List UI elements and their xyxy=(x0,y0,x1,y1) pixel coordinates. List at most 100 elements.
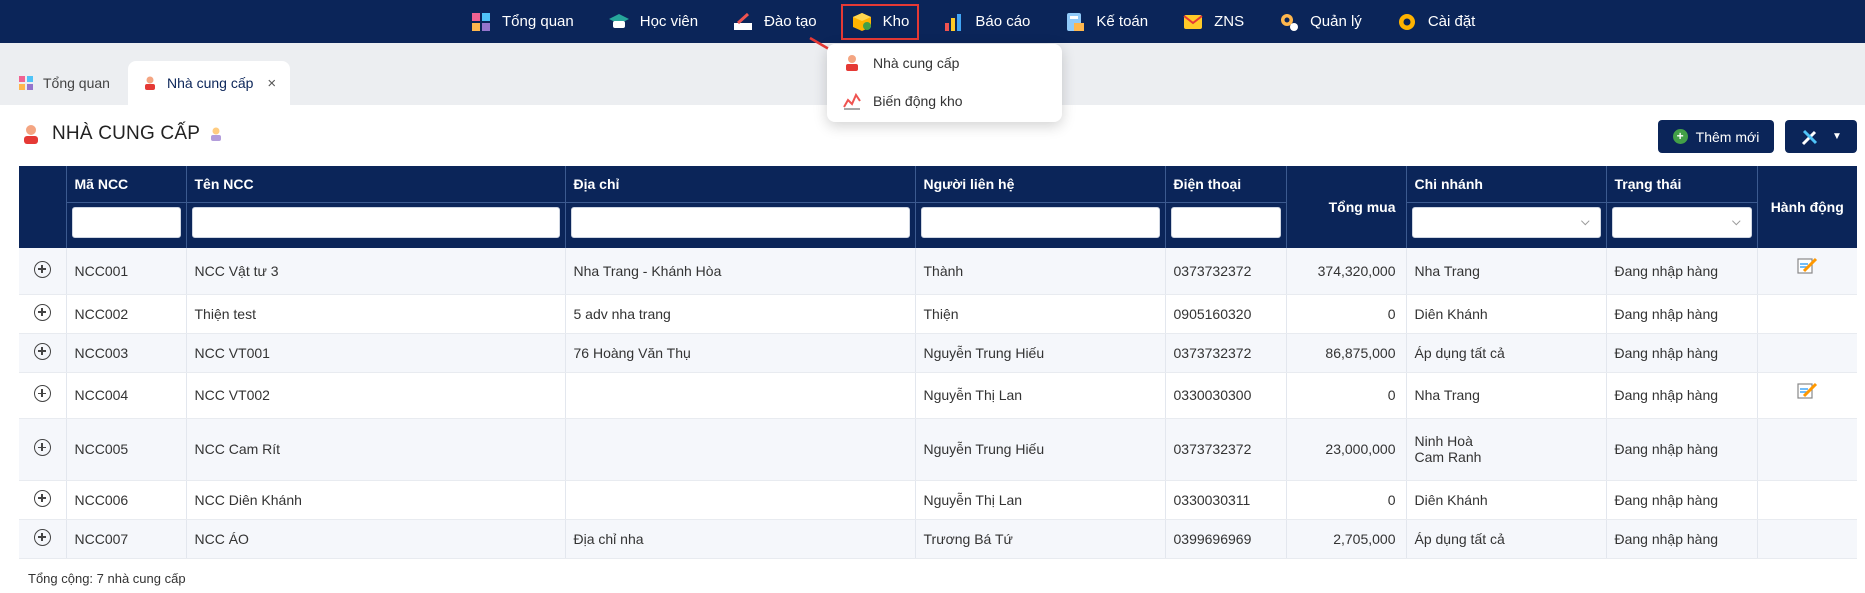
cell-name: NCC VT002 xyxy=(186,372,566,419)
stock-chart-icon xyxy=(843,92,861,110)
add-new-button[interactable]: + Thêm mới xyxy=(1658,120,1774,153)
filter-status-select[interactable]: ⌵ xyxy=(1611,207,1752,238)
page-title-text: NHÀ CUNG CẤP xyxy=(52,123,201,144)
header-code: Mã NCC xyxy=(66,166,187,248)
filter-phone-input[interactable] xyxy=(1170,207,1281,238)
expand-cell xyxy=(19,519,67,559)
expand-cell xyxy=(19,248,67,295)
expand-cell xyxy=(19,372,67,419)
nav-item-zns[interactable]: ZNS xyxy=(1182,0,1244,43)
branch-name: Cam Ranh xyxy=(1414,449,1482,465)
cell-action xyxy=(1757,418,1857,481)
branch-name: Nha Trang xyxy=(1414,387,1480,403)
edit-icon[interactable] xyxy=(1796,256,1818,276)
expand-row-icon[interactable] xyxy=(33,342,51,360)
table-row: NCC001 NCC Vật tư 3 Nha Trang - Khánh Hòa T… xyxy=(19,248,1857,295)
cell-contact: Thiện xyxy=(915,294,1166,334)
expand-row-icon[interactable] xyxy=(33,439,51,456)
filter-name-input[interactable] xyxy=(191,207,560,238)
tab-tong-quan[interactable]: Tổng quan xyxy=(4,61,124,105)
nav-label: Kho xyxy=(882,13,910,30)
cell-action xyxy=(1757,480,1857,520)
cell-name: NCC VT001 xyxy=(186,333,566,373)
expand-cell xyxy=(19,480,67,520)
cell-status: Đang nhập hàng xyxy=(1606,418,1758,481)
expand-row-icon[interactable] xyxy=(33,260,51,278)
expand-cell xyxy=(19,418,67,481)
header-total[interactable]: Tổng mua xyxy=(1286,166,1407,248)
top-navbar: Tổng quan Học viên Đào tạo Kho Báo cáo K… xyxy=(0,0,1865,43)
cell-address xyxy=(565,480,916,520)
menu-item-label: Biến động kho xyxy=(873,93,963,109)
tab-nha-cung-cap[interactable]: Nhà cung cấp × xyxy=(128,61,291,105)
cell-total: 374,320,000 xyxy=(1286,248,1407,295)
cell-contact: Nguyễn Trung Hiếu xyxy=(915,418,1166,481)
nav-item-bao-cao[interactable]: Báo cáo xyxy=(943,0,1030,43)
cell-code: NCC004 xyxy=(66,372,187,419)
tools-icon xyxy=(1801,129,1818,145)
filter-branch-select[interactable]: ⌵ xyxy=(1411,207,1601,238)
table-row: NCC003 NCC VT001 76 Hoàng Văn Thụ Nguyễn Tr… xyxy=(19,333,1857,373)
cell-phone: 0905160320 xyxy=(1165,294,1287,334)
report-icon xyxy=(945,13,962,31)
nav-label: Tổng quan xyxy=(502,13,574,30)
cell-address: Địa chỉ nha xyxy=(565,519,916,559)
cell-address xyxy=(565,372,916,419)
menu-item-bien-dong-kho[interactable]: Biến động kho xyxy=(843,90,963,112)
cell-contact: Nguyễn Thị Lan xyxy=(915,480,1166,520)
chevron-down-icon: ⌵ xyxy=(1581,216,1590,228)
student-icon xyxy=(608,13,629,28)
cell-contact: Nguyễn Trung Hiếu xyxy=(915,333,1166,373)
header-expand xyxy=(19,166,67,248)
tab-label: Tổng quan xyxy=(43,75,110,91)
supplier-icon xyxy=(24,125,38,144)
cell-branch: Nha Trang xyxy=(1406,248,1607,295)
tools-menu-button[interactable]: ▼ xyxy=(1785,120,1857,153)
nav-item-kho[interactable]: Kho xyxy=(840,3,920,40)
expand-row-icon[interactable] xyxy=(33,385,51,402)
edit-icon[interactable] xyxy=(1796,381,1818,401)
nav-item-ke-toan[interactable]: Kế toán xyxy=(1064,0,1148,43)
nav-item-tong-quan[interactable]: Tổng quan xyxy=(470,0,574,43)
cell-phone: 0330030300 xyxy=(1165,372,1287,419)
nav-item-quan-ly[interactable]: Quản lý xyxy=(1278,0,1362,43)
kho-dropdown-menu: Nhà cung cấp Biến động kho xyxy=(827,44,1062,122)
menu-item-nha-cung-cap[interactable]: Nhà cung cấp xyxy=(843,52,959,74)
branch-name: Ninh Hoà xyxy=(1414,433,1473,449)
training-icon xyxy=(734,12,753,30)
warehouse-icon xyxy=(852,12,871,31)
page-title: NHÀ CUNG CẤP xyxy=(20,123,224,145)
table-row: NCC004 NCC VT002 Nguyễn Thị Lan 0330030300 0… xyxy=(19,372,1857,419)
table-row: NCC005 NCC Cam Rít Nguyễn Trung Hiếu 037373… xyxy=(19,418,1857,481)
expand-row-icon[interactable] xyxy=(33,303,51,321)
nav-item-hoc-vien[interactable]: Học viên xyxy=(608,0,698,43)
nav-menu: Tổng quan Học viên Đào tạo Kho Báo cáo K… xyxy=(470,0,1509,43)
nav-item-dao-tao[interactable]: Đào tạo xyxy=(732,0,817,43)
filter-code-input[interactable] xyxy=(71,207,181,238)
branch-name: Áp dụng tất cả xyxy=(1414,344,1505,361)
branch-name: Nha Trang xyxy=(1414,262,1480,279)
expand-row-icon[interactable] xyxy=(33,489,51,507)
filter-contact-input[interactable] xyxy=(920,207,1160,238)
tab-label: Nhà cung cấp xyxy=(167,75,254,91)
cell-branch: Áp dụng tất cả xyxy=(1406,333,1607,373)
nav-label: ZNS xyxy=(1214,13,1245,30)
chevron-down-icon: ▼ xyxy=(1832,131,1842,142)
cell-name: NCC Cam Rít xyxy=(186,418,566,481)
cell-action xyxy=(1757,372,1857,419)
cell-phone: 0399696969 xyxy=(1165,519,1287,559)
filter-address-input[interactable] xyxy=(570,207,910,238)
chevron-down-icon: ⌵ xyxy=(1732,216,1741,228)
cell-contact: Thành xyxy=(915,248,1166,295)
expand-row-icon[interactable] xyxy=(33,528,51,546)
nav-item-cai-dat[interactable]: Cài đặt xyxy=(1396,0,1476,43)
header-address: Địa chỉ xyxy=(565,166,916,248)
nav-label: Cài đặt xyxy=(1427,13,1476,30)
supplier-small-icon xyxy=(211,127,222,141)
cell-phone: 0373732372 xyxy=(1165,333,1287,373)
supplier-icon xyxy=(846,55,858,71)
dashboard-icon xyxy=(19,76,33,90)
close-icon[interactable]: × xyxy=(267,75,276,92)
header-name: Tên NCC xyxy=(186,166,566,248)
cell-contact: Nguyễn Thị Lan xyxy=(915,372,1166,419)
